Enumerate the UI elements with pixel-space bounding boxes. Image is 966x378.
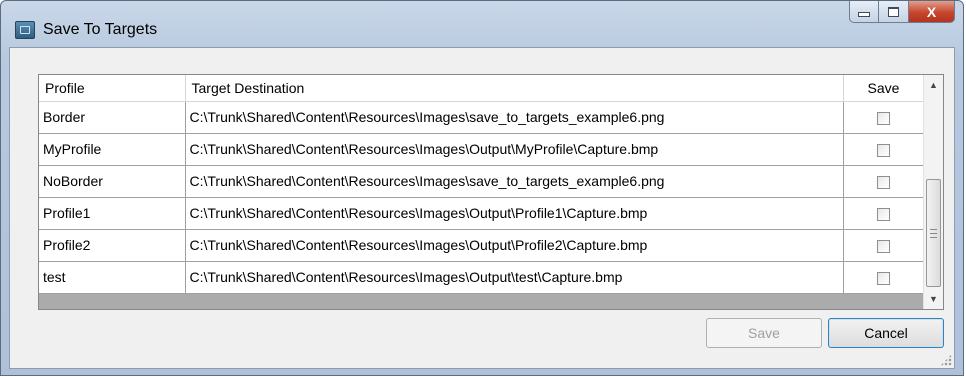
table-row[interactable]: Profile1 C:\Trunk\Shared\Content\Resourc… xyxy=(39,197,925,230)
profile-cell[interactable]: MyProfile xyxy=(39,133,186,166)
column-header-profile[interactable]: Profile xyxy=(39,75,186,102)
targets-grid: Profile Target Destination Save Border C… xyxy=(38,74,944,310)
table-row[interactable]: MyProfile C:\Trunk\Shared\Content\Resour… xyxy=(39,133,925,166)
save-checkbox[interactable] xyxy=(877,271,890,285)
minimize-button[interactable] xyxy=(849,1,879,23)
save-cell xyxy=(843,133,925,166)
close-button[interactable]: X xyxy=(909,1,955,23)
save-checkbox[interactable] xyxy=(877,143,890,157)
maximize-button[interactable] xyxy=(879,1,909,23)
cancel-button[interactable]: Cancel xyxy=(828,318,944,348)
save-cell xyxy=(843,165,925,198)
grip-icon xyxy=(930,228,937,238)
app-window-icon xyxy=(15,21,35,39)
table-row[interactable]: Border C:\Trunk\Shared\Content\Resources… xyxy=(39,101,925,134)
caption-buttons: X xyxy=(849,1,955,25)
maximize-icon xyxy=(888,6,899,17)
grid-header-row: Profile Target Destination Save xyxy=(39,75,925,102)
close-icon: X xyxy=(926,3,937,20)
save-cell xyxy=(843,261,925,294)
save-checkbox[interactable] xyxy=(877,239,890,253)
profile-cell[interactable]: test xyxy=(39,261,186,294)
scroll-up-icon[interactable]: ▲ xyxy=(924,75,943,95)
profile-cell[interactable]: Border xyxy=(39,101,186,134)
minimize-icon xyxy=(858,12,870,17)
target-destination-cell[interactable]: C:\Trunk\Shared\Content\Resources\Images… xyxy=(185,229,844,262)
target-destination-cell[interactable]: C:\Trunk\Shared\Content\Resources\Images… xyxy=(185,261,844,294)
table-row[interactable]: Profile2 C:\Trunk\Shared\Content\Resourc… xyxy=(39,229,925,262)
save-cell xyxy=(843,229,925,262)
target-destination-cell[interactable]: C:\Trunk\Shared\Content\Resources\Images… xyxy=(185,165,844,198)
save-checkbox[interactable] xyxy=(877,175,890,189)
table-row[interactable]: test C:\Trunk\Shared\Content\Resources\I… xyxy=(39,261,925,294)
save-cell xyxy=(843,101,925,134)
column-header-target-destination[interactable]: Target Destination xyxy=(185,75,844,102)
column-header-save[interactable]: Save xyxy=(843,75,925,102)
save-cell xyxy=(843,197,925,230)
save-checkbox[interactable] xyxy=(877,111,890,125)
dialog-client-area: Profile Target Destination Save Border C… xyxy=(9,47,955,369)
vertical-scrollbar[interactable]: ▲ ▼ xyxy=(923,75,943,309)
save-to-targets-window: Save To Targets X Profile Target Destina… xyxy=(0,0,964,376)
profile-cell[interactable]: Profile2 xyxy=(39,229,186,262)
scrollbar-thumb[interactable] xyxy=(926,179,941,287)
target-destination-cell[interactable]: C:\Trunk\Shared\Content\Resources\Images… xyxy=(185,133,844,166)
resize-grip-icon[interactable] xyxy=(940,354,952,366)
target-destination-cell[interactable]: C:\Trunk\Shared\Content\Resources\Images… xyxy=(185,197,844,230)
title-bar[interactable]: Save To Targets X xyxy=(1,1,963,47)
profile-cell[interactable]: NoBorder xyxy=(39,165,186,198)
save-checkbox[interactable] xyxy=(877,207,890,221)
table-row[interactable]: NoBorder C:\Trunk\Shared\Content\Resourc… xyxy=(39,165,925,198)
scroll-down-icon[interactable]: ▼ xyxy=(924,289,943,309)
target-destination-cell[interactable]: C:\Trunk\Shared\Content\Resources\Images… xyxy=(185,101,844,134)
targets-table: Profile Target Destination Save Border C… xyxy=(39,75,925,294)
save-button[interactable]: Save xyxy=(706,318,822,348)
window-title: Save To Targets xyxy=(43,21,158,38)
profile-cell[interactable]: Profile1 xyxy=(39,197,186,230)
